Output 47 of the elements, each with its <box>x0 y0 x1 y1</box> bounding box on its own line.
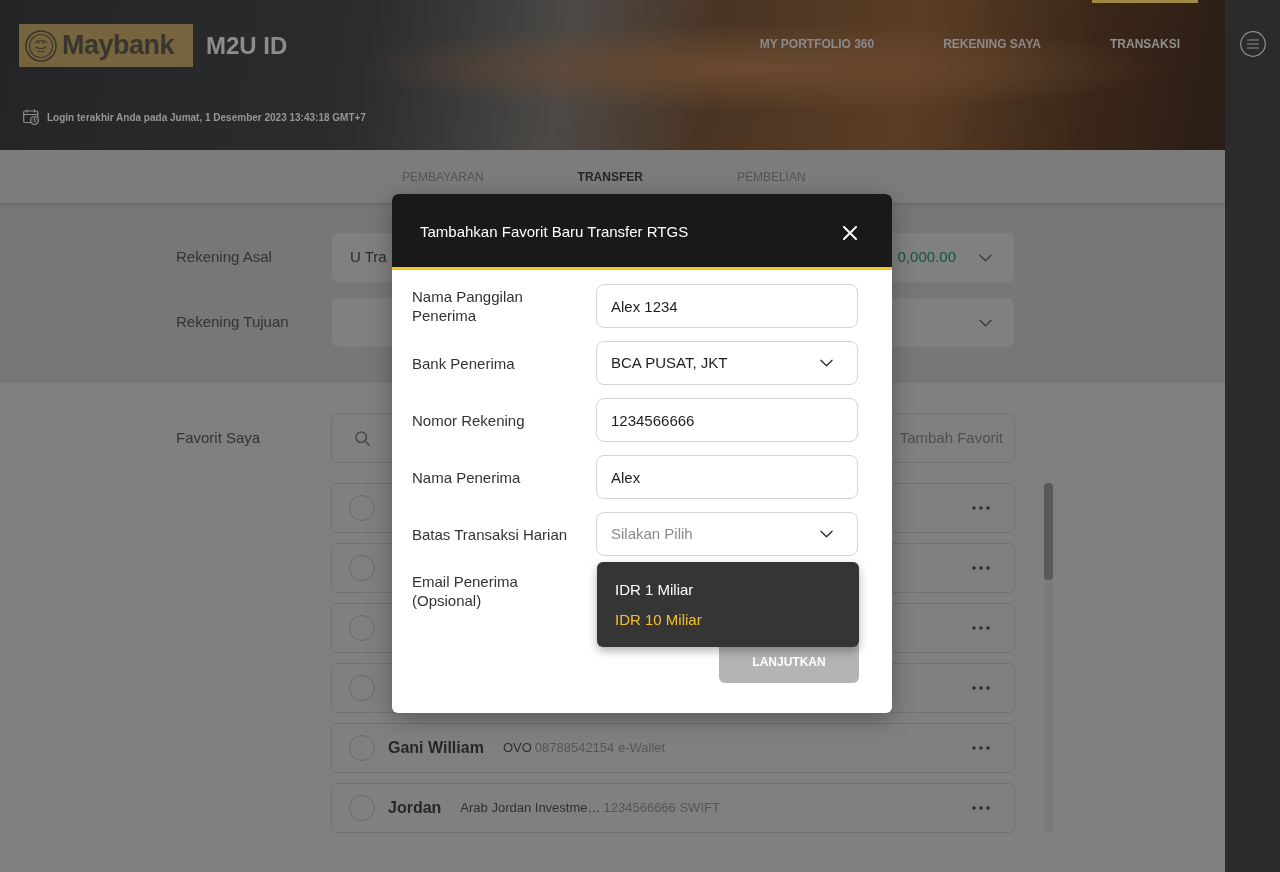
search-icon <box>355 430 370 446</box>
dropdown-option[interactable]: IDR 10 Miliar <box>615 605 859 635</box>
last-login-text: Login terakhir Anda pada Jumat, 1 Desember 2023 13:43:18 GMT+7 <box>47 110 366 125</box>
favorite-bank: Arab Jordan Investme… <box>460 799 601 818</box>
scrollbar[interactable] <box>1044 483 1053 833</box>
dropdown-field[interactable]: Silakan Pilih <box>596 512 858 556</box>
field-label: Nama Panggilan Penerima <box>412 287 524 325</box>
text-field[interactable]: Alex 1234 <box>596 284 858 328</box>
tab[interactable]: TRANSFER <box>577 169 643 184</box>
more-icon[interactable] <box>972 746 990 750</box>
brand-name: Maybank <box>62 32 175 59</box>
more-icon[interactable] <box>972 806 990 810</box>
favorite-bank: OVO <box>502 739 532 758</box>
field-label: Nomor Rekening <box>412 410 526 430</box>
dropdown-field[interactable]: BCA PUSAT, JKT <box>596 341 858 385</box>
calendar-clock-icon <box>23 109 40 125</box>
chevron-down-icon <box>820 530 833 538</box>
account-balance: 0,000.00 <box>897 247 956 268</box>
field-label: Email Penerima (Opsional) <box>412 572 519 610</box>
more-icon[interactable] <box>972 686 990 690</box>
nav-link[interactable]: TRANSAKSI <box>1110 37 1180 51</box>
field-label: Batas Transaksi Harian <box>412 524 569 544</box>
emblem-icon <box>25 29 57 62</box>
dialog-title: Tambahkan Favorit Baru Transfer RTGS <box>420 222 689 243</box>
more-icon[interactable] <box>972 506 990 510</box>
product-name: M2U ID <box>206 33 288 58</box>
brand-logo[interactable]: Maybank <box>19 24 193 67</box>
field-label: Bank Penerima <box>412 353 516 373</box>
menu-icon[interactable] <box>1239 31 1266 57</box>
dropdown-option[interactable]: IDR 1 Miliar <box>615 575 859 605</box>
text-field[interactable]: Alex <box>596 455 858 499</box>
form-label: Rekening Tujuan <box>176 312 290 333</box>
account-value: U Tra <box>350 247 387 268</box>
text-field[interactable]: 1234566666 <box>596 398 858 442</box>
field-label: Nama Penerima <box>412 467 522 487</box>
chevron-down-icon <box>979 318 992 327</box>
chevron-down-icon <box>979 253 992 262</box>
favorite-name: Jordan <box>388 798 442 818</box>
nav-link[interactable]: REKENING SAYA <box>943 37 1041 51</box>
chevron-down-icon <box>820 359 833 367</box>
form-label: Rekening Asal <box>176 247 273 268</box>
more-icon[interactable] <box>972 566 990 570</box>
favorites-label: Favorit Saya <box>176 427 262 448</box>
close-icon[interactable] <box>843 225 857 240</box>
favorite-name: Gani William <box>388 738 484 758</box>
more-icon[interactable] <box>972 626 990 630</box>
nav-link[interactable]: MY PORTFOLIO 360 <box>759 37 875 51</box>
